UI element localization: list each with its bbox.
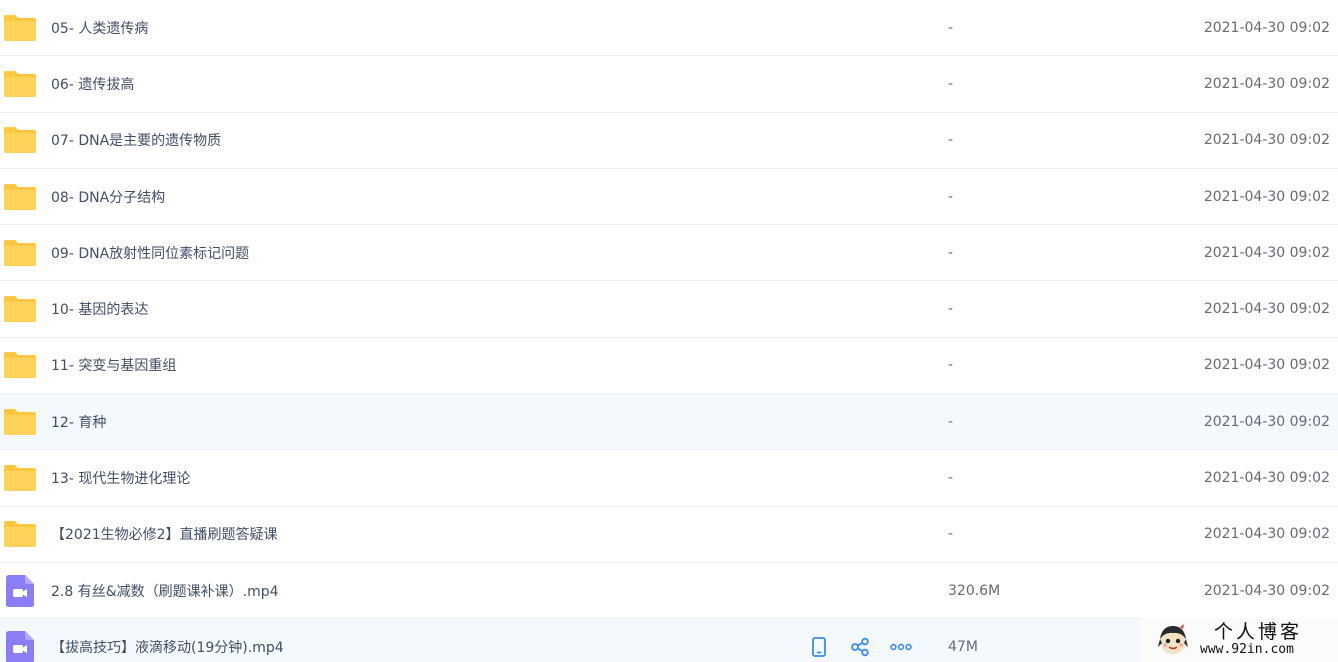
file-row[interactable]: 13- 现代生物进化理论 - 2021-04-30 09:02 bbox=[0, 450, 1338, 507]
file-date: 2021-04-30 09:02 bbox=[1203, 301, 1330, 318]
blog-watermark: 个人博客 www.92in.com bbox=[1140, 618, 1338, 662]
file-row[interactable]: 09- DNA放射性同位素标记问题 - 2021-04-30 09:02 bbox=[0, 225, 1338, 282]
file-row[interactable]: 06- 遗传拔高 - 2021-04-30 09:02 bbox=[0, 56, 1338, 113]
folder-icon bbox=[3, 519, 37, 549]
folder-icon bbox=[3, 13, 37, 43]
file-row[interactable]: 08- DNA分子结构 - 2021-04-30 09:02 bbox=[0, 169, 1338, 226]
file-name[interactable]: 【拔高技巧】液滴移动(19分钟).mp4 bbox=[51, 637, 284, 657]
file-size: - bbox=[948, 357, 954, 374]
file-date: 2021-04-30 09:02 bbox=[1203, 244, 1330, 261]
share-icon[interactable] bbox=[849, 636, 871, 658]
file-name[interactable]: 06- 遗传拔高 bbox=[51, 74, 134, 94]
file-list: 05- 人类遗传病 - 2021-04-30 09:02 06- 遗传拔高 - … bbox=[0, 0, 1338, 662]
folder-icon bbox=[3, 350, 37, 380]
folder-icon bbox=[3, 294, 37, 324]
folder-icon bbox=[3, 182, 37, 212]
file-row[interactable]: 12- 育种 - 2021-04-30 09:02 bbox=[0, 394, 1338, 451]
file-name[interactable]: 12- 育种 bbox=[51, 412, 106, 432]
file-row[interactable]: 07- DNA是主要的遗传物质 - 2021-04-30 09:02 bbox=[0, 113, 1338, 169]
video-file-icon bbox=[3, 630, 37, 662]
file-name[interactable]: 08- DNA分子结构 bbox=[51, 187, 165, 207]
file-name[interactable]: 09- DNA放射性同位素标记问题 bbox=[51, 243, 249, 263]
file-name[interactable]: 11- 突变与基因重组 bbox=[51, 355, 176, 375]
file-name[interactable]: 2.8 有丝&减数（刷题课补课）.mp4 bbox=[51, 581, 279, 601]
file-size: - bbox=[948, 19, 954, 36]
file-size: - bbox=[948, 526, 954, 543]
file-date: 2021-04-30 09:02 bbox=[1203, 132, 1330, 149]
file-date: 2021-04-30 09:02 bbox=[1203, 582, 1330, 599]
more-icon[interactable] bbox=[890, 636, 912, 658]
file-size: - bbox=[948, 188, 954, 205]
phone-icon[interactable] bbox=[808, 636, 830, 658]
folder-icon bbox=[3, 125, 37, 155]
folder-icon bbox=[3, 463, 37, 493]
file-row[interactable]: 2.8 有丝&减数（刷题课补课）.mp4 320.6M 2021-04-30 0… bbox=[0, 563, 1338, 620]
video-file-icon bbox=[3, 574, 37, 607]
cartoon-avatar-icon bbox=[1156, 623, 1190, 657]
folder-icon bbox=[3, 238, 37, 268]
file-date: 2021-04-30 09:02 bbox=[1203, 413, 1330, 430]
file-size: - bbox=[948, 470, 954, 487]
file-name[interactable]: 13- 现代生物进化理论 bbox=[51, 468, 190, 488]
folder-icon bbox=[3, 407, 37, 437]
row-actions bbox=[808, 636, 912, 658]
file-size: - bbox=[948, 301, 954, 318]
file-size: 47M bbox=[948, 638, 978, 655]
file-row[interactable]: 【2021生物必修2】直播刷题答疑课 - 2021-04-30 09:02 bbox=[0, 507, 1338, 563]
file-row[interactable]: 【拔高技巧】液滴移动(19分钟).mp4 47M bbox=[0, 619, 1338, 662]
file-date: 2021-04-30 09:02 bbox=[1203, 357, 1330, 374]
file-name[interactable]: 07- DNA是主要的遗传物质 bbox=[51, 130, 221, 150]
file-row[interactable]: 05- 人类遗传病 - 2021-04-30 09:02 bbox=[0, 0, 1338, 57]
file-size: - bbox=[948, 75, 954, 92]
file-name[interactable]: 【2021生物必修2】直播刷题答疑课 bbox=[51, 524, 278, 544]
file-date: 2021-04-30 09:02 bbox=[1203, 19, 1330, 36]
file-size: - bbox=[948, 413, 954, 430]
file-date: 2021-04-30 09:02 bbox=[1203, 75, 1330, 92]
folder-icon bbox=[3, 69, 37, 99]
file-row[interactable]: 10- 基因的表达 - 2021-04-30 09:02 bbox=[0, 281, 1338, 338]
watermark-title: 个人博客 bbox=[1214, 621, 1303, 643]
file-name[interactable]: 10- 基因的表达 bbox=[51, 299, 148, 319]
file-size: - bbox=[948, 244, 954, 261]
file-date: 2021-04-30 09:02 bbox=[1203, 470, 1330, 487]
file-date: 2021-04-30 09:02 bbox=[1203, 526, 1330, 543]
file-row[interactable]: 11- 突变与基因重组 - 2021-04-30 09:02 bbox=[0, 338, 1338, 395]
file-size: - bbox=[948, 132, 954, 149]
file-size: 320.6M bbox=[948, 582, 1001, 599]
watermark-url: www.92in.com bbox=[1200, 642, 1294, 657]
file-date: 2021-04-30 09:02 bbox=[1203, 188, 1330, 205]
file-name[interactable]: 05- 人类遗传病 bbox=[51, 18, 148, 38]
